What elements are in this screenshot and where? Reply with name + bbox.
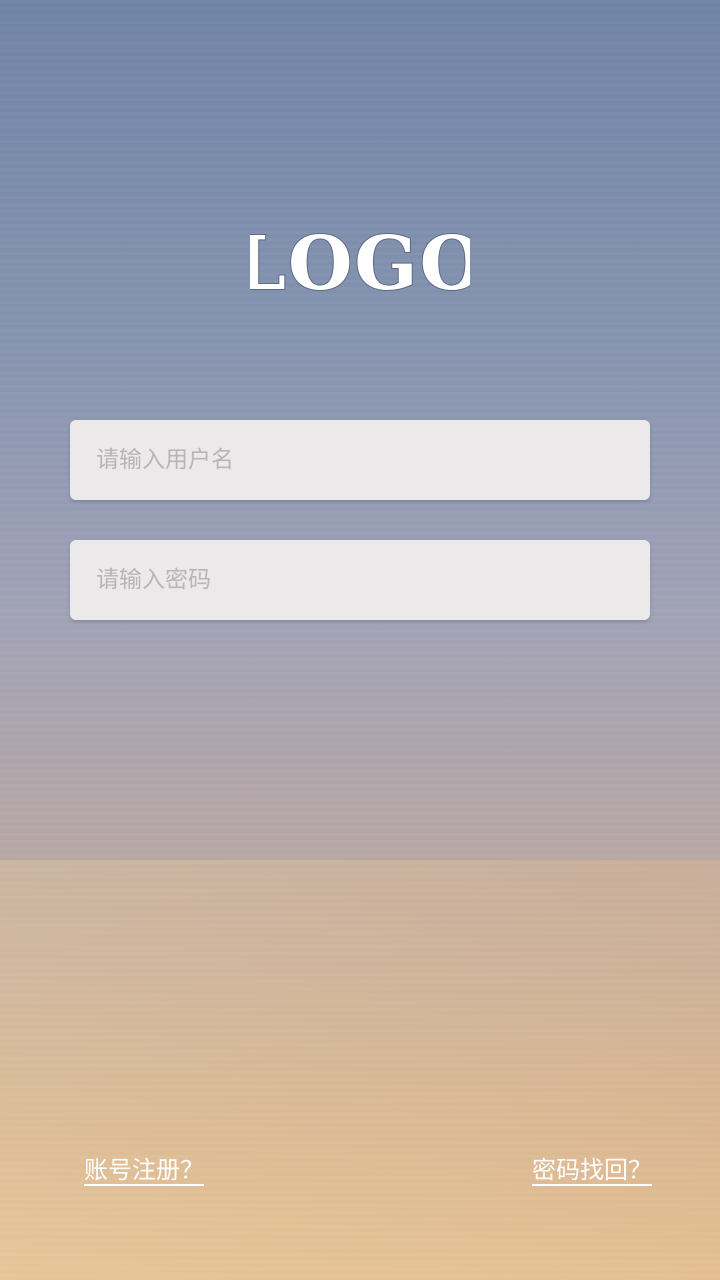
forgot-password-link[interactable]: 密码找回？ (532, 1150, 652, 1185)
logo-text: LOGO (250, 221, 470, 305)
register-link[interactable]: 账号注册？ (84, 1150, 204, 1185)
username-field-container (70, 420, 650, 500)
background-glow (0, 860, 720, 1280)
password-input[interactable] (70, 540, 650, 620)
logo: LOGO (250, 220, 470, 305)
login-screen: LOGO 账号注册？ 密码找回？ (0, 0, 720, 1280)
username-input[interactable] (70, 420, 650, 500)
password-field-container (70, 540, 650, 620)
